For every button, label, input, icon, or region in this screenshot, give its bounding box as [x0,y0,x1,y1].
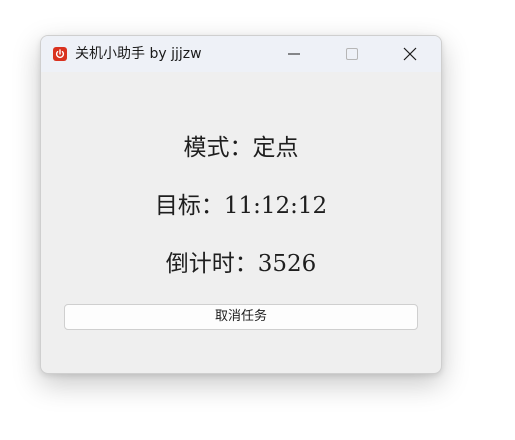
maximize-button[interactable] [329,36,375,72]
window-title: 关机小助手 by jjjzw [75,46,202,62]
minimize-icon [288,53,300,55]
maximize-icon [346,48,358,60]
title-bar[interactable]: 关机小助手 by jjjzw [41,36,441,72]
target-time-label: 目标：11:12:12 [154,193,328,219]
close-button[interactable] [387,36,433,72]
close-icon [403,47,417,61]
mode-label: 模式：定点 [183,135,299,161]
countdown-label: 倒计时：3526 [165,251,317,277]
app-window: 关机小助手 by jjjzw 模式：定点 目标：11:12:12 倒计时：352… [40,35,442,374]
cancel-task-button[interactable]: 取消任务 [64,304,418,330]
power-icon [53,47,67,61]
minimize-button[interactable] [271,36,317,72]
